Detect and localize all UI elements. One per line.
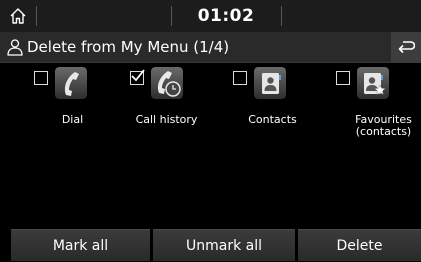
person-icon xyxy=(7,39,23,56)
title-bar: Delete from My Menu (1/4) xyxy=(0,32,421,63)
home-icon xyxy=(10,8,26,24)
item-label-line2: (contacts) xyxy=(355,125,412,138)
menu-item-dial[interactable]: Dial xyxy=(0,62,105,152)
checkbox-contacts[interactable] xyxy=(233,71,247,85)
unmark-all-button[interactable]: Unmark all xyxy=(153,229,295,261)
menu-grid: Dial Call history Contacts Favourites (c… xyxy=(0,62,421,228)
favourite-contacts-icon xyxy=(357,67,389,99)
checkbox-favourites-contacts[interactable] xyxy=(336,71,350,85)
clock: 01:02 xyxy=(197,6,255,26)
menu-item-call-history[interactable]: Call history xyxy=(105,62,210,152)
back-button[interactable] xyxy=(391,32,421,62)
item-label: Call history xyxy=(135,113,198,126)
divider xyxy=(281,6,282,26)
contacts-icon xyxy=(254,67,286,99)
delete-button[interactable]: Delete xyxy=(298,229,421,261)
menu-item-favourites-contacts[interactable]: Favourites (contacts) xyxy=(316,62,421,152)
divider xyxy=(36,6,37,26)
item-label: Contacts xyxy=(248,113,297,126)
bottom-button-bar: Mark all Unmark all Delete xyxy=(0,229,421,261)
check-icon xyxy=(131,69,145,82)
home-button[interactable] xyxy=(0,0,36,32)
checkbox-dial[interactable] xyxy=(34,71,48,85)
item-label: Favourites (contacts) xyxy=(331,114,421,138)
phone-icon xyxy=(55,67,87,99)
mark-all-button[interactable]: Mark all xyxy=(11,229,150,261)
status-bar: 01:02 xyxy=(0,0,421,32)
back-arrow-icon xyxy=(398,41,415,54)
menu-item-contacts[interactable]: Contacts xyxy=(210,62,315,152)
checkbox-call-history[interactable] xyxy=(130,69,145,85)
call-history-icon xyxy=(151,67,183,99)
page-title: Delete from My Menu (1/4) xyxy=(27,38,230,56)
